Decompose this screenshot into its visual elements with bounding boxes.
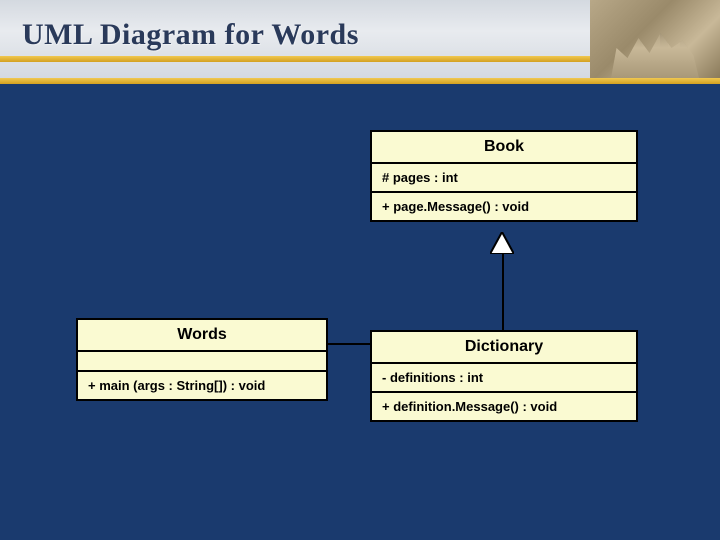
inheritance-line	[502, 252, 504, 330]
accent-bar-bottom	[0, 78, 720, 84]
uml-class-book-name: Book	[372, 132, 636, 164]
uml-class-words: Words + main (args : String[]) : void	[76, 318, 328, 401]
uml-class-book-attribute: # pages : int	[372, 164, 636, 193]
uml-class-book-operation: + page.Message() : void	[372, 193, 636, 220]
header-decorative-image	[590, 0, 720, 78]
uml-class-dictionary-attribute: - definitions : int	[372, 364, 636, 393]
uml-class-book: Book # pages : int + page.Message() : vo…	[370, 130, 638, 222]
association-line	[328, 343, 370, 345]
uml-class-words-name: Words	[78, 320, 326, 352]
uml-class-dictionary-operation: + definition.Message() : void	[372, 393, 636, 420]
uml-class-dictionary-name: Dictionary	[372, 332, 636, 364]
uml-class-words-attributes-empty	[78, 352, 326, 372]
uml-class-words-operation: + main (args : String[]) : void	[78, 372, 326, 399]
inheritance-arrowhead-icon	[490, 232, 514, 254]
uml-class-dictionary: Dictionary - definitions : int + definit…	[370, 330, 638, 422]
page-title: UML Diagram for Words	[22, 18, 359, 52]
